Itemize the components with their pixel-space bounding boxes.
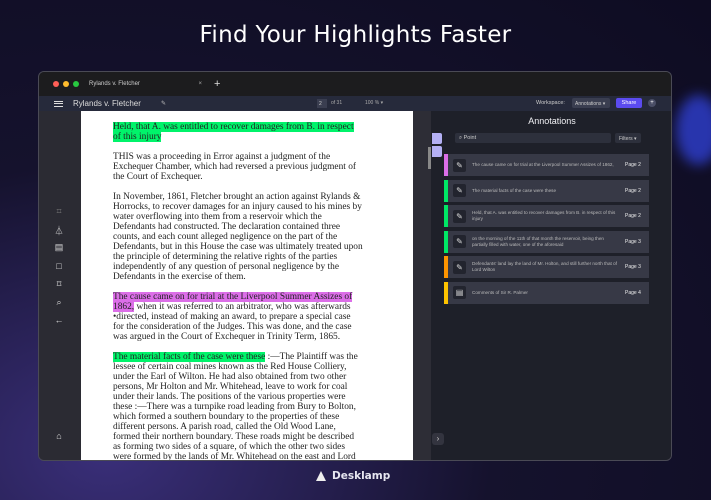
annotation-card[interactable]: ✎ on the morning of the 11th of that mont… <box>444 230 649 253</box>
annotation-page: Page 2 <box>625 213 641 219</box>
document-title: Rylands v. Fletcher <box>73 99 141 108</box>
highlight-pen-icon: ✎ <box>453 260 466 274</box>
annotation-text: The cause came on for trial at the Liver… <box>472 162 614 167</box>
annotation-card[interactable]: ✎ Defendants' land lay the land of Mr. Ho… <box>444 256 649 278</box>
search-value: Point <box>463 135 477 141</box>
color-bar <box>444 179 448 202</box>
page-number-input[interactable]: 2 <box>317 99 327 108</box>
brand-logo: Desklamp <box>316 470 390 482</box>
tab-bar: Rylands v. Fletcher × + <box>39 72 671 96</box>
toolbar: Rylands v. Fletcher ✎ 2 of 31 100 % ▾ Wo… <box>39 96 671 111</box>
workspace-select[interactable]: Annotations ▾ <box>572 98 610 108</box>
annotation-text: Comments of Sir R. Palmer <box>472 289 528 295</box>
note-icon: ▤ <box>453 286 466 299</box>
share-button[interactable]: Share <box>616 98 642 108</box>
filters-dropdown[interactable]: Filters ▾ <box>615 133 641 143</box>
decorative-blob <box>676 95 711 165</box>
paragraph-text: :—The Plaintiff was the lessee of certai… <box>113 352 358 460</box>
paragraph: THIS was a proceeding in Error against a… <box>113 152 357 182</box>
panel-tab-secondary[interactable] <box>432 146 442 157</box>
annotation-card[interactable]: ✎ The cause came on for trial at the Live… <box>444 154 649 176</box>
highlight-green[interactable]: The material facts of the case were thes… <box>113 352 266 362</box>
square-icon[interactable]: □ <box>54 261 64 271</box>
page-count: of 31 <box>331 100 343 106</box>
annotation-page: Page 4 <box>625 289 641 296</box>
annotations-panel: Annotations ⌕ Point Filters ▾ ✎ The cause… <box>431 111 671 460</box>
color-bar <box>444 230 448 253</box>
annotation-card[interactable]: ✎ Held, that A. was entitled to recover d… <box>444 205 649 227</box>
back-arrow-icon[interactable]: ← <box>54 315 64 325</box>
annotation-page: Page 2 <box>625 187 641 194</box>
minimize-window-button[interactable] <box>63 81 69 87</box>
color-bar <box>444 154 448 176</box>
annotation-page: Page 2 <box>625 162 641 168</box>
app-window: Rylands v. Fletcher × + Rylands v. Fletch… <box>38 71 672 461</box>
add-button[interactable]: + <box>648 99 656 107</box>
search-icon[interactable]: ⌕ <box>54 297 64 308</box>
annotation-page: Page 3 <box>625 264 641 270</box>
color-bar <box>444 256 448 278</box>
annotation-text: The material facts of the case were thes… <box>472 187 557 193</box>
annotation-text: Defendants' land lay the land of Mr. Hol… <box>472 261 617 272</box>
paragraph: In November, 1861, Fletcher brought an a… <box>113 192 363 282</box>
tab-title: Rylands v. Fletcher <box>89 81 140 87</box>
panel-tab-annotations[interactable] <box>432 133 442 144</box>
close-tab-icon[interactable]: × <box>198 81 202 87</box>
zoom-select[interactable]: 100 % ▾ <box>365 100 383 106</box>
brand-name: Desklamp <box>332 470 391 482</box>
crop-icon[interactable]: ⌗ <box>54 206 64 217</box>
annotation-card[interactable]: ✎ The material facts of the case were the… <box>444 179 649 202</box>
left-tool-rail: ⌗ ⏃ ▤ □ ⌑ ⌕ ← ⌂ <box>39 111 81 460</box>
color-bar <box>444 205 448 227</box>
tab-document[interactable]: Rylands v. Fletcher × <box>83 72 208 96</box>
highlight-pen-icon: ✎ <box>453 209 466 223</box>
highlighter-icon[interactable]: ⏃ <box>54 224 64 237</box>
bookmark-icon[interactable]: ⌑ <box>54 279 64 290</box>
maximize-window-button[interactable] <box>73 81 79 87</box>
close-window-button[interactable] <box>53 81 59 87</box>
color-bar <box>444 281 448 304</box>
pin-icon[interactable]: ✎ <box>161 100 166 107</box>
highlight-pen-icon: ✎ <box>453 158 466 172</box>
panel-title: Annotations <box>528 116 576 126</box>
annotation-text: Held, that A. was entitled to recover da… <box>472 210 616 221</box>
highlight-green[interactable]: Held, that A. was entitled to recover da… <box>113 122 354 142</box>
menu-icon[interactable] <box>54 100 63 107</box>
annotation-card[interactable]: ▤ Comments of Sir R. Palmer Page 4 <box>444 281 649 304</box>
home-icon[interactable]: ⌂ <box>54 431 64 441</box>
expand-panel-button[interactable]: › <box>432 433 444 445</box>
highlight-pen-icon: ✎ <box>453 184 466 197</box>
headline: Find Your Highlights Faster <box>199 22 512 48</box>
document-page: Held, that A. was entitled to recover da… <box>81 111 413 460</box>
lamp-icon <box>316 471 326 481</box>
workspace-label: Workspace: <box>536 100 565 106</box>
paragraph-text: when it was referred to an arbitrator, w… <box>113 302 352 342</box>
annotation-page: Page 3 <box>625 238 641 245</box>
highlight-pen-icon: ✎ <box>453 235 466 248</box>
new-tab-button[interactable]: + <box>214 78 220 90</box>
annotation-search-input[interactable]: ⌕ Point <box>455 133 611 143</box>
note-icon[interactable]: ▤ <box>54 242 64 253</box>
annotation-text: on the morning of the 11th of that month… <box>472 235 604 247</box>
